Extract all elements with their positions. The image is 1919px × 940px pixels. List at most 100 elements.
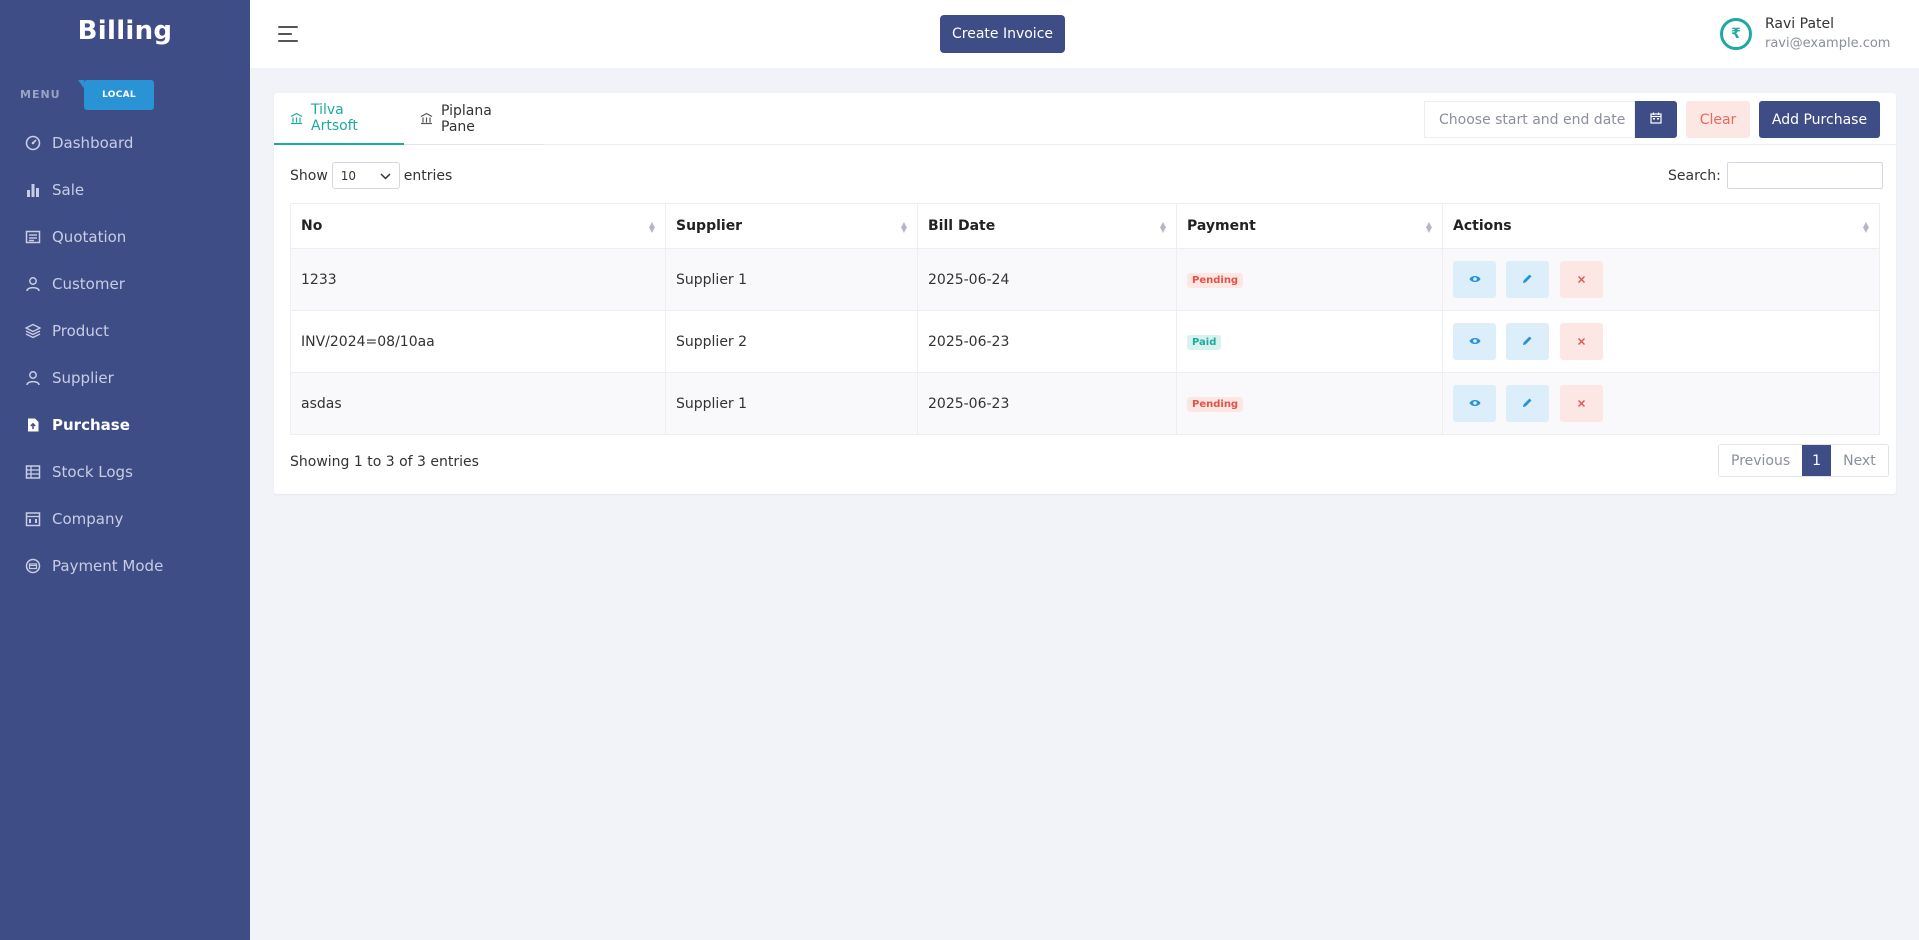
add-purchase-button[interactable]: Add Purchase: [1759, 101, 1880, 138]
local-badge: LOCAL: [78, 80, 154, 110]
page-length-control: Show 10 entries: [290, 162, 452, 189]
pagination: Previous 1 Next: [1718, 444, 1889, 477]
bank-icon: [290, 112, 303, 125]
eye-icon: [1469, 334, 1481, 349]
cell-actions: [1442, 248, 1880, 311]
sort-icon: ▲ ▼: [1862, 220, 1869, 234]
column-label: Bill Date: [928, 218, 996, 234]
create-invoice-button[interactable]: Create Invoice: [940, 15, 1065, 53]
sidebar-item-company[interactable]: Company: [0, 495, 250, 542]
sidebar-item-payment-mode[interactable]: Payment Mode: [0, 542, 250, 589]
cell-payment: Paid: [1176, 310, 1443, 373]
bank-icon: [420, 112, 433, 125]
brand-logo[interactable]: Billing: [0, 16, 250, 46]
status-badge: Pending: [1187, 273, 1244, 288]
entries-label: entries: [403, 167, 453, 184]
table-icon: [25, 464, 41, 480]
sidebar-item-label: Quotation: [52, 227, 127, 246]
user-icon: [25, 276, 41, 292]
status-badge: Pending: [1187, 397, 1244, 412]
card-header: Tilva Artsoft Piplana Pane Clear Add Pur…: [274, 93, 1896, 145]
view-button[interactable]: [1453, 261, 1496, 298]
cell-no: 1233: [290, 248, 666, 311]
user-email: ravi@example.com: [1765, 36, 1891, 51]
tab-label: Piplana Pane: [441, 102, 492, 135]
sidebar-item-label: Dashboard: [52, 133, 134, 152]
sidebar-item-label: Purchase: [52, 415, 130, 434]
show-label: Show: [290, 167, 328, 184]
edit-button[interactable]: [1506, 385, 1550, 422]
column-header-payment[interactable]: Payment ▲ ▼: [1176, 203, 1443, 249]
cell-payment: Pending: [1176, 248, 1443, 311]
sidebar-item-quotation[interactable]: Quotation: [0, 213, 250, 260]
clear-button[interactable]: Clear: [1686, 101, 1750, 138]
bar-chart-icon: [25, 182, 41, 198]
menu-toggle-icon[interactable]: [278, 26, 300, 42]
user-icon: [25, 370, 41, 386]
search-input[interactable]: [1726, 162, 1883, 189]
table-search: Search:: [1668, 162, 1883, 189]
table-row: 1233 Supplier 1 2025-06-24 Pending: [290, 248, 1880, 311]
cell-actions: [1442, 372, 1880, 435]
cell-supplier: Supplier 1: [665, 372, 918, 435]
tab-tilva-artsoft[interactable]: Tilva Artsoft: [274, 93, 404, 145]
purchase-table: No ▲ ▼ Supplier ▲ ▼ Bill Date ▲ ▼ Payment ▲ ▼ Ac…: [290, 203, 1880, 435]
sidebar-item-label: Customer: [52, 274, 125, 293]
page-size-select[interactable]: 10: [331, 162, 400, 189]
edit-button[interactable]: [1506, 261, 1550, 298]
topbar: Create Invoice ₹ Ravi Patel ravi@example…: [250, 0, 1919, 68]
building-icon: [25, 511, 41, 527]
sidebar-item-customer[interactable]: Customer: [0, 260, 250, 307]
sidebar-item-dashboard[interactable]: Dashboard: [0, 119, 250, 166]
sidebar-nav: Dashboard Sale Quotation Customer Produc…: [0, 119, 250, 589]
column-header-no[interactable]: No ▲ ▼: [290, 203, 666, 249]
sidebar-item-label: Stock Logs: [52, 462, 133, 481]
sidebar-item-product[interactable]: Product: [0, 307, 250, 354]
purchase-icon: [25, 417, 41, 433]
pencil-icon: [1522, 396, 1533, 411]
view-button[interactable]: [1453, 323, 1496, 360]
cell-bill-date: 2025-06-24: [917, 248, 1177, 311]
date-range-input[interactable]: [1424, 101, 1635, 138]
delete-button[interactable]: [1559, 261, 1603, 298]
chevron-down-icon: [380, 169, 391, 183]
table-row: INV/2024=08/10aa Supplier 2 2025-06-23 P…: [290, 310, 1880, 373]
sidebar-item-sale[interactable]: Sale: [0, 166, 250, 213]
user-name[interactable]: Ravi Patel: [1765, 16, 1834, 32]
sort-icon: ▲ ▼: [648, 220, 655, 234]
sidebar-item-label: Payment Mode: [52, 556, 164, 575]
cell-bill-date: 2025-06-23: [917, 372, 1177, 435]
sort-icon: ▲ ▼: [1159, 220, 1166, 234]
search-label: Search:: [1668, 167, 1721, 184]
page-button-current[interactable]: 1: [1802, 445, 1832, 476]
sidebar-item-label: Supplier: [52, 368, 114, 387]
avatar[interactable]: ₹: [1720, 18, 1752, 50]
view-button[interactable]: [1453, 385, 1496, 422]
edit-button[interactable]: [1506, 323, 1550, 360]
sidebar-item-purchase[interactable]: Purchase: [0, 401, 250, 448]
column-header-actions[interactable]: Actions ▲ ▼: [1442, 203, 1880, 249]
sidebar-item-label: Sale: [52, 180, 85, 199]
previous-page-button[interactable]: Previous: [1719, 445, 1803, 476]
sidebar-item-stock-logs[interactable]: Stock Logs: [0, 448, 250, 495]
pencil-icon: [1522, 272, 1533, 287]
page-size-value: 10: [340, 168, 357, 183]
close-icon: [1577, 334, 1586, 349]
tab-piplana-pane[interactable]: Piplana Pane: [404, 93, 544, 145]
close-icon: [1577, 272, 1586, 287]
next-page-button[interactable]: Next: [1831, 445, 1888, 476]
sidebar-item-label: Product: [52, 321, 109, 340]
column-label: Payment: [1187, 218, 1256, 234]
sidebar-item-supplier[interactable]: Supplier: [0, 354, 250, 401]
calendar-button[interactable]: [1635, 101, 1677, 138]
cell-supplier: Supplier 1: [665, 248, 918, 311]
status-badge: Paid: [1187, 335, 1222, 350]
sort-icon: ▲ ▼: [900, 220, 907, 234]
column-header-supplier[interactable]: Supplier ▲ ▼: [665, 203, 918, 249]
delete-button[interactable]: [1559, 385, 1603, 422]
eye-icon: [1469, 272, 1481, 287]
column-header-bill-date[interactable]: Bill Date ▲ ▼: [917, 203, 1177, 249]
cell-actions: [1442, 310, 1880, 373]
delete-button[interactable]: [1559, 323, 1603, 360]
cell-no: asdas: [290, 372, 666, 435]
